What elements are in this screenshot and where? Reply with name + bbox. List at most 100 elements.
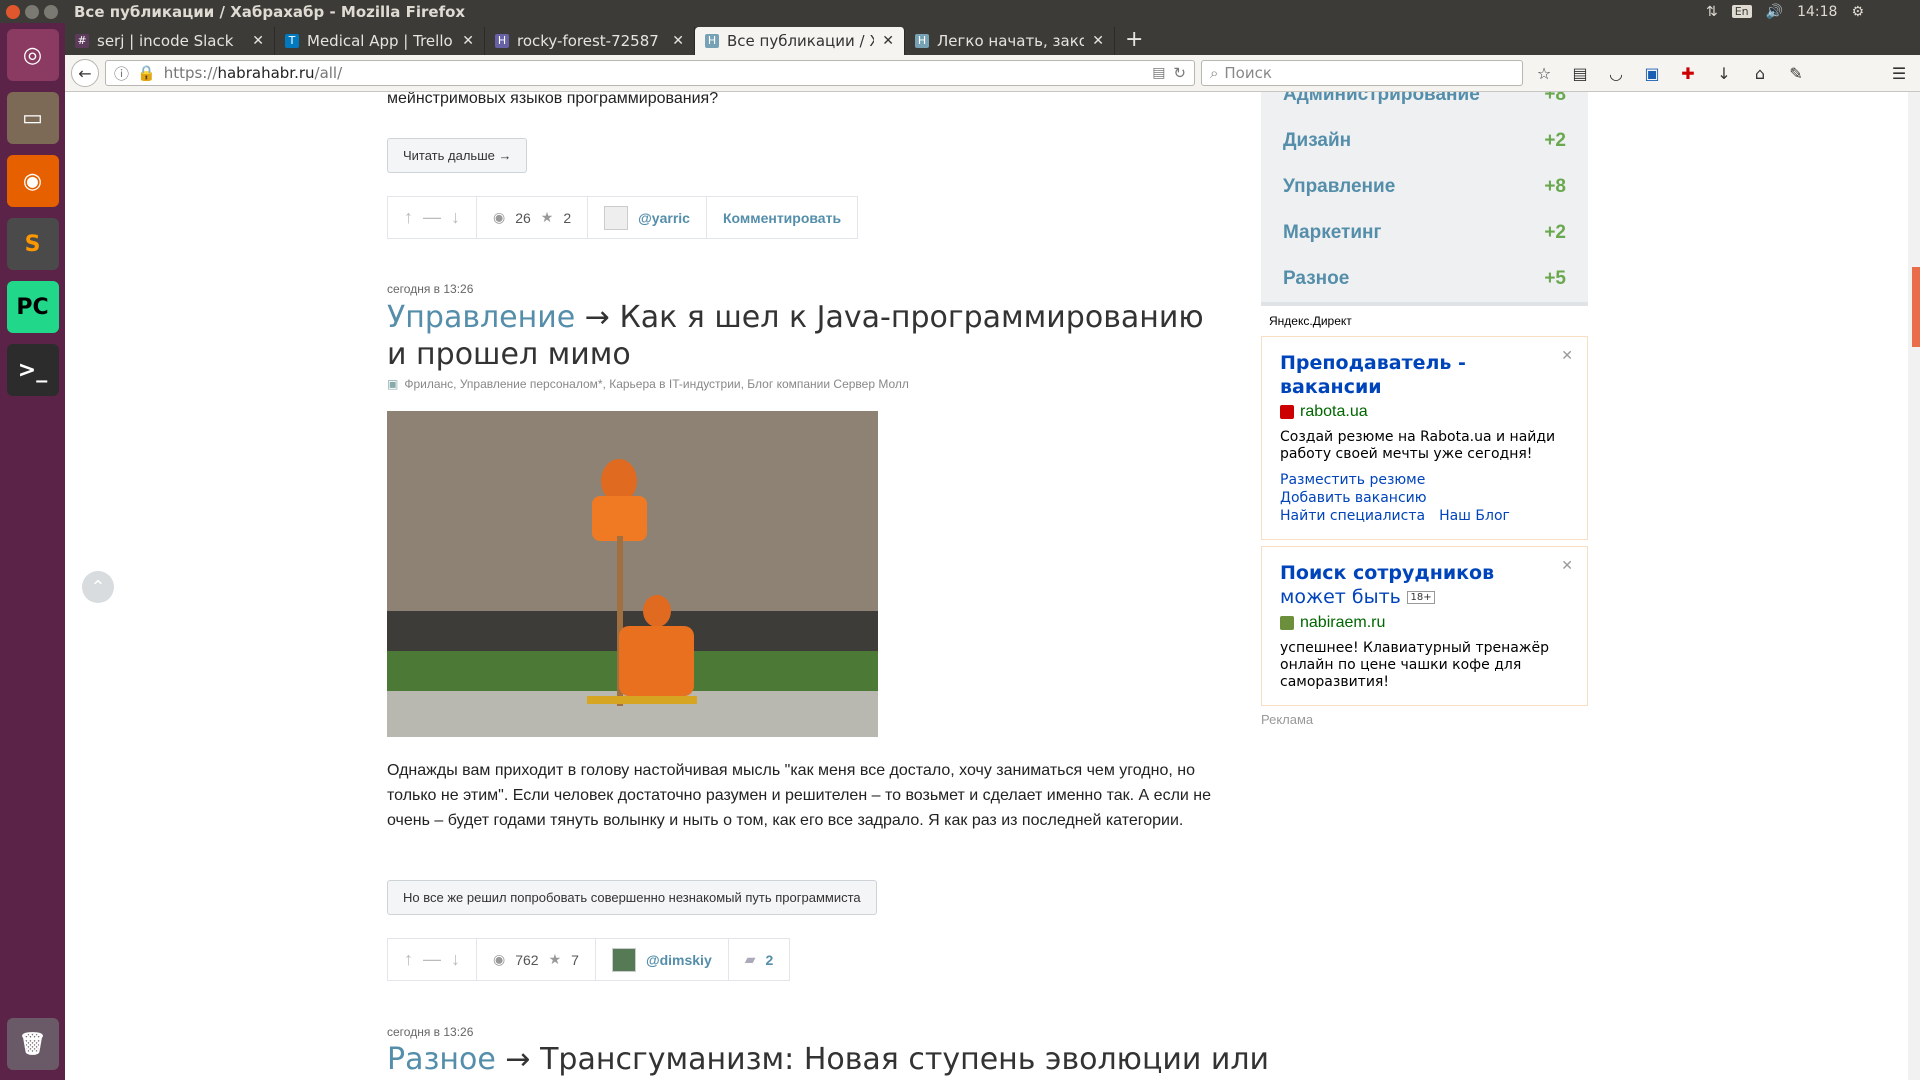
- reload-icon[interactable]: ↻: [1173, 64, 1186, 82]
- ad-text: успешнее! Клавиатурный тренажёр онлайн п…: [1280, 639, 1549, 690]
- tab-slack[interactable]: # serj | incode Slack ✕: [65, 27, 275, 55]
- comment-cell[interactable]: ▰ 2: [729, 939, 790, 980]
- hub-row[interactable]: Разное +5: [1283, 256, 1566, 302]
- search-bar[interactable]: ⌕ Поиск: [1201, 60, 1523, 86]
- maximize-window-button[interactable]: [44, 4, 58, 19]
- trash-icon[interactable]: 🗑: [6, 1018, 59, 1070]
- tab-habr-active[interactable]: H Все публикации / Х… ✕: [695, 27, 905, 55]
- ad-title[interactable]: Преподаватель - вакансии: [1280, 351, 1569, 399]
- post-author[interactable]: @yarric: [588, 197, 707, 238]
- vote-down-icon[interactable]: ↓: [451, 207, 460, 228]
- favorites-star-icon[interactable]: ★: [549, 951, 562, 968]
- post-tags-text[interactable]: Фриланс, Управление персоналом*, Карьера…: [404, 377, 909, 391]
- files-icon[interactable]: ▭: [6, 92, 59, 144]
- vote-up-icon[interactable]: ↑: [404, 207, 413, 228]
- new-tab-button[interactable]: +: [1115, 27, 1153, 55]
- addon-icon[interactable]: ✚: [1673, 64, 1703, 83]
- comment-link[interactable]: Комментировать: [723, 210, 841, 226]
- developer-tools-icon[interactable]: ✎: [1781, 64, 1811, 83]
- ad-link[interactable]: Разместить резюме: [1280, 471, 1569, 489]
- terminal-icon[interactable]: >_: [6, 344, 59, 396]
- sublime-text-icon[interactable]: S: [6, 218, 59, 270]
- hub-name[interactable]: Маркетинг: [1283, 222, 1381, 244]
- post-author[interactable]: @dimskiy: [596, 939, 729, 980]
- ad-domain[interactable]: rabota.ua: [1280, 403, 1569, 421]
- read-more-button[interactable]: Но все же решил попробовать совершенно н…: [387, 880, 877, 915]
- hub-name[interactable]: Управление: [1283, 176, 1395, 198]
- ad-domain-text[interactable]: rabota.ua: [1300, 403, 1368, 421]
- ad-block[interactable]: ✕ Преподаватель - вакансии rabota.ua Соз…: [1261, 336, 1588, 540]
- home-icon[interactable]: ⌂: [1745, 64, 1775, 83]
- ad-title-main[interactable]: Поиск сотрудников: [1280, 562, 1494, 584]
- comment-cell[interactable]: Комментировать: [707, 197, 857, 238]
- author-link[interactable]: @yarric: [638, 210, 690, 226]
- hub-row[interactable]: Управление +8: [1283, 164, 1566, 210]
- scroll-to-top-button[interactable]: ⌃: [82, 571, 114, 603]
- scrollbar-thumb[interactable]: [1912, 267, 1920, 347]
- hub-row[interactable]: Маркетинг +2: [1283, 210, 1566, 256]
- hub-name[interactable]: Дизайн: [1283, 130, 1351, 152]
- hub-name[interactable]: Разное: [1283, 268, 1349, 290]
- ad-title-sub[interactable]: может быть: [1280, 586, 1401, 608]
- back-button[interactable]: ←: [71, 59, 99, 87]
- tab-close-icon[interactable]: ✕: [462, 33, 474, 49]
- ad-link[interactable]: Наш Блог: [1439, 508, 1510, 524]
- tab-label: Легко начать, зако…: [937, 32, 1085, 50]
- firefox-icon[interactable]: ◉: [6, 155, 59, 207]
- hub-name[interactable]: Администрирование: [1283, 92, 1480, 106]
- yandex-direct-label[interactable]: Яндекс.Директ: [1261, 306, 1588, 336]
- pycharm-icon[interactable]: PC: [6, 281, 59, 333]
- vote-down-icon[interactable]: ↓: [451, 949, 460, 970]
- post-hub-link[interactable]: Разное: [387, 1042, 496, 1077]
- tab-heroku[interactable]: H rocky-forest-72587 ·… ✕: [485, 27, 695, 55]
- ad-link[interactable]: Найти специалиста: [1280, 508, 1425, 524]
- post-tags: ▣ Фриланс, Управление персоналом*, Карье…: [387, 377, 909, 391]
- close-window-button[interactable]: [6, 4, 20, 19]
- ad-title[interactable]: Поиск сотрудников может быть 18+: [1280, 561, 1569, 610]
- post-image[interactable]: [387, 411, 878, 737]
- ad-domain-text[interactable]: nabiraem.ru: [1300, 614, 1385, 632]
- author-link[interactable]: @dimskiy: [646, 952, 712, 968]
- page-scrollbar[interactable]: [1908, 92, 1920, 1080]
- comments-count[interactable]: 2: [766, 952, 774, 968]
- hub-row[interactable]: Администрирование +8: [1283, 92, 1566, 118]
- clock[interactable]: 14:18: [1797, 4, 1837, 20]
- ad-link[interactable]: Добавить вакансию: [1280, 489, 1569, 507]
- close-ad-icon[interactable]: ✕: [1561, 347, 1573, 364]
- ad-block[interactable]: ✕ Поиск сотрудников может быть 18+ nabira…: [1261, 546, 1588, 706]
- tab-close-icon[interactable]: ✕: [882, 33, 894, 49]
- info-icon[interactable]: ⓘ: [114, 63, 129, 84]
- tab-close-icon[interactable]: ✕: [1092, 33, 1104, 49]
- tab-trello[interactable]: T Medical App | Trello ✕: [275, 27, 485, 55]
- bookmark-star-icon[interactable]: ☆: [1529, 64, 1559, 83]
- settings-gear-icon[interactable]: ⚙: [1851, 4, 1864, 20]
- post-body: Однажды вам приходит в голову настойчива…: [387, 762, 1212, 829]
- minimize-window-button[interactable]: [25, 4, 39, 19]
- save-icon[interactable]: ▣: [1637, 64, 1667, 83]
- tab-close-icon[interactable]: ✕: [252, 33, 264, 49]
- ubuntu-dash-icon[interactable]: ◎: [6, 29, 59, 81]
- ad-domain[interactable]: nabiraem.ru: [1280, 614, 1569, 632]
- trello-favicon-icon: T: [285, 34, 299, 48]
- post-hub-link[interactable]: Управление: [387, 300, 575, 335]
- keyboard-layout-indicator[interactable]: En: [1731, 5, 1752, 18]
- close-ad-icon[interactable]: ✕: [1561, 557, 1573, 574]
- post-title-link[interactable]: Трансгуманизм: Новая ступень эволюции ил…: [540, 1042, 1269, 1077]
- read-more-button[interactable]: Читать дальше →: [387, 138, 528, 173]
- volume-icon[interactable]: 🔊: [1766, 4, 1783, 20]
- tab-habr-2[interactable]: H Легко начать, зако… ✕: [905, 27, 1115, 55]
- post-stats: ◉ 762 ★ 7: [477, 939, 596, 980]
- download-icon[interactable]: ↓: [1709, 64, 1739, 83]
- favorites-star-icon[interactable]: ★: [541, 209, 554, 226]
- menu-icon[interactable]: ☰: [1884, 64, 1914, 83]
- hub-row[interactable]: Дизайн +2: [1283, 118, 1566, 164]
- ads-label[interactable]: Реклама: [1261, 712, 1588, 727]
- network-icon[interactable]: ⇅: [1706, 4, 1718, 20]
- pocket-icon[interactable]: ◡: [1601, 64, 1631, 83]
- vote-up-icon[interactable]: ↑: [404, 949, 413, 970]
- bookmarks-list-icon[interactable]: ▤: [1565, 64, 1595, 83]
- url-bar[interactable]: ⓘ 🔒 https://habrahabr.ru/all/ ▤ ↻: [105, 60, 1195, 86]
- tab-close-icon[interactable]: ✕: [672, 33, 684, 49]
- navigation-bar: ← ⓘ 🔒 https://habrahabr.ru/all/ ▤ ↻ ⌕ По…: [65, 55, 1920, 92]
- reader-view-icon[interactable]: ▤: [1152, 65, 1165, 81]
